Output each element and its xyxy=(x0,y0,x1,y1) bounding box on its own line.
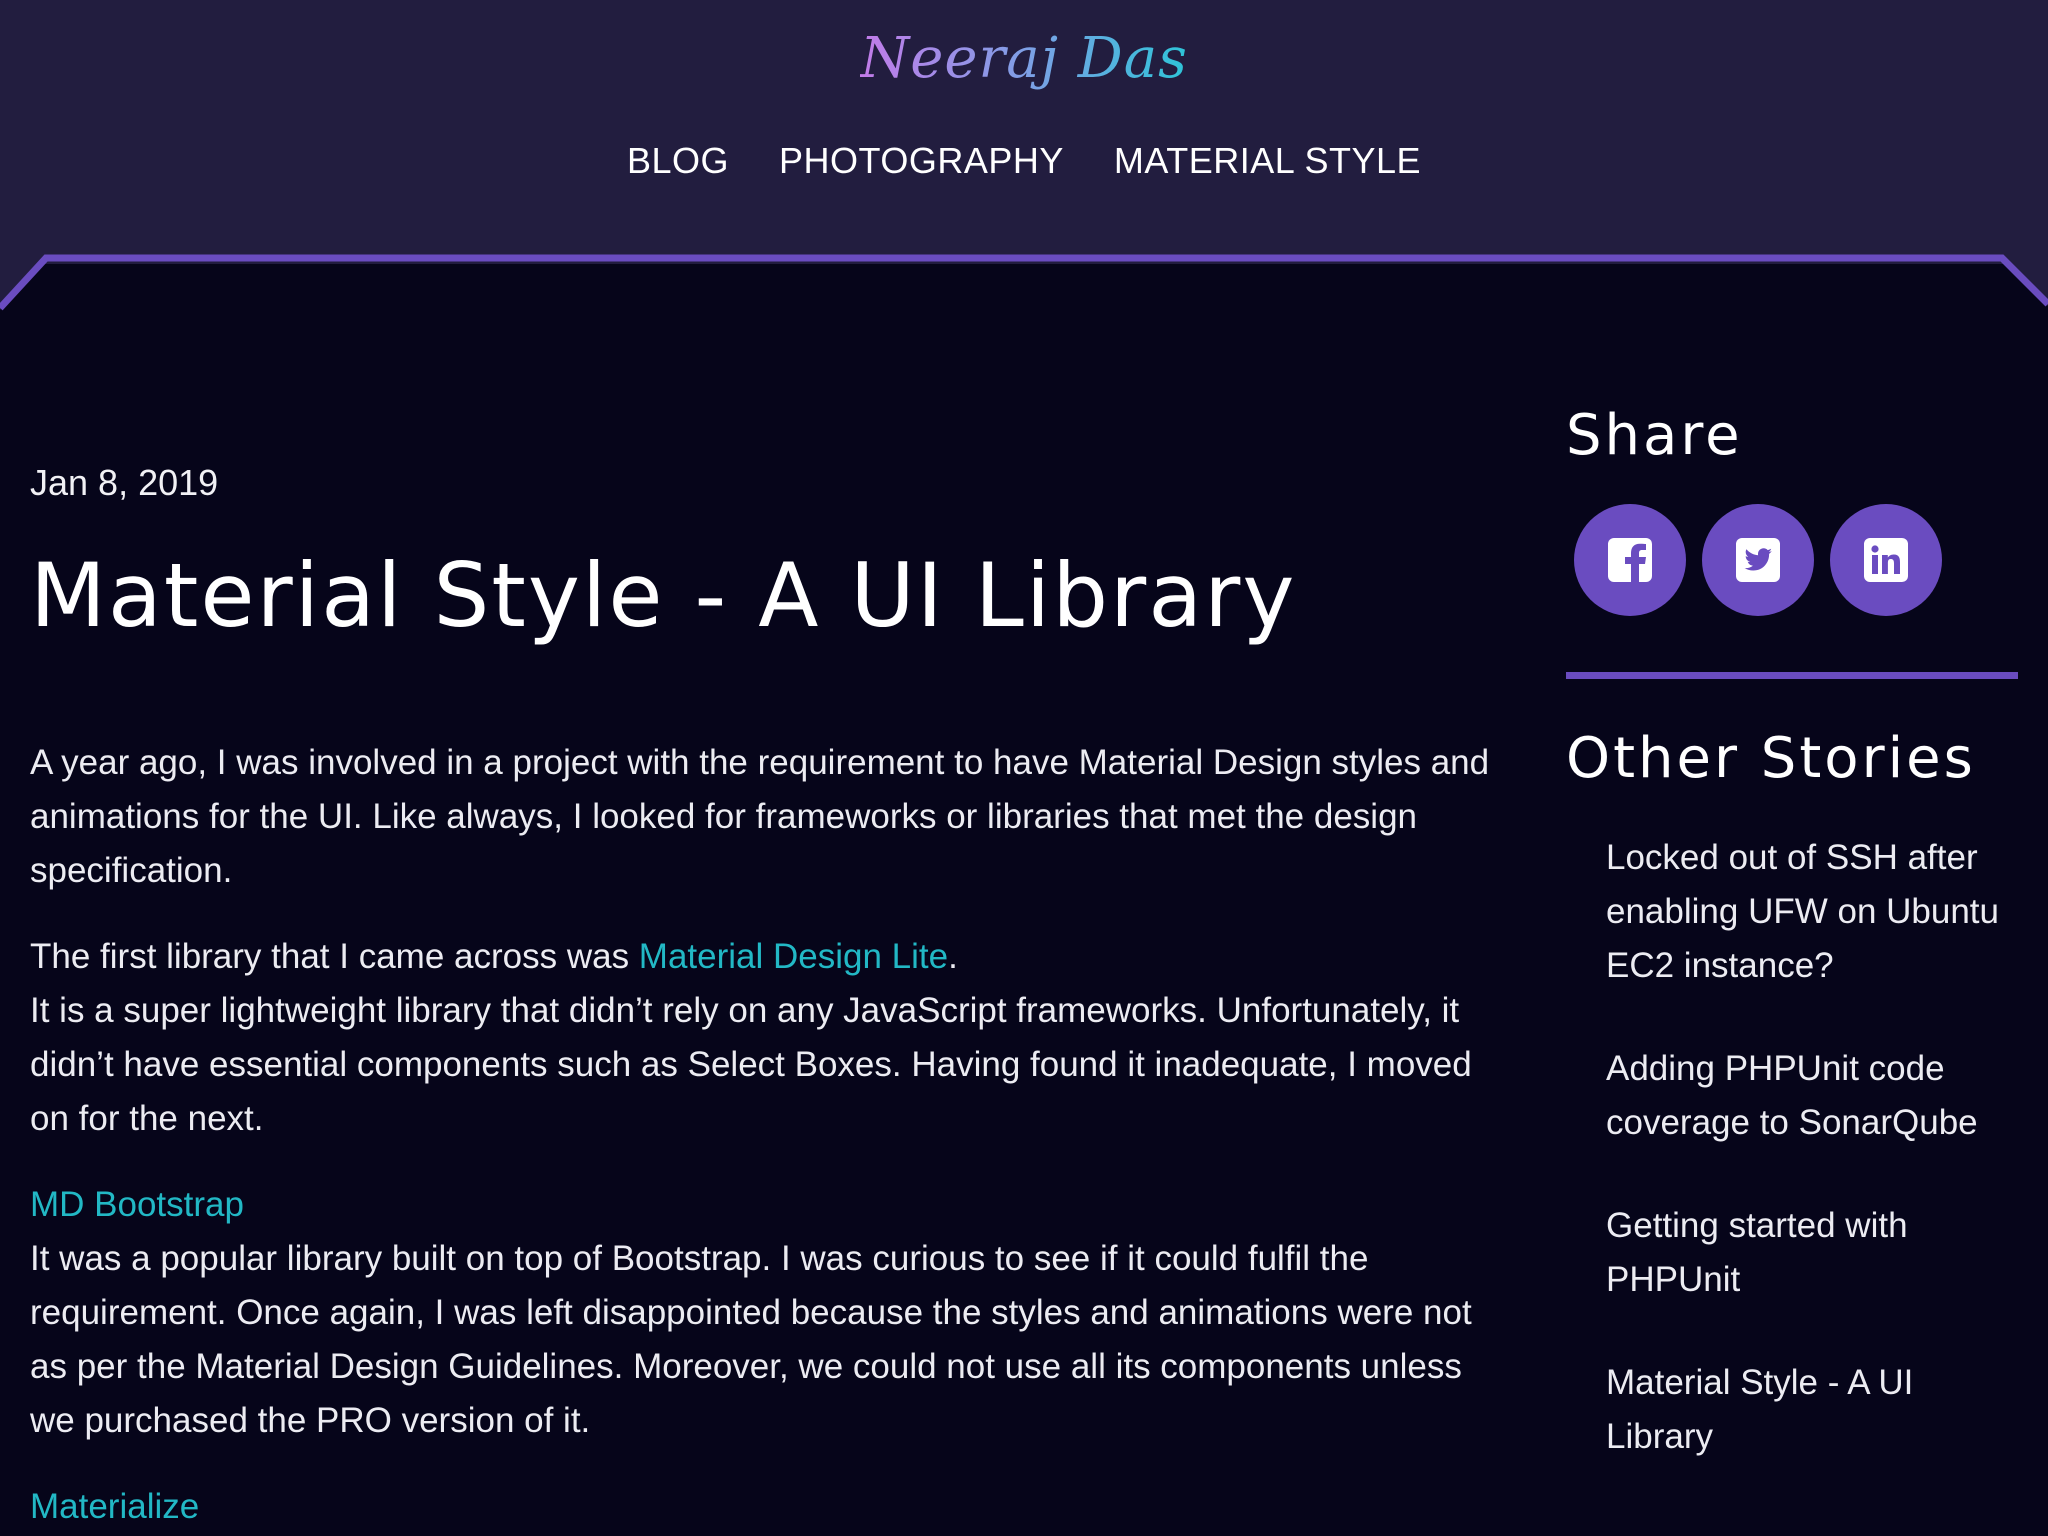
link-md-bootstrap[interactable]: MD Bootstrap xyxy=(30,1178,1510,1232)
article-body: A year ago, I was involved in a project … xyxy=(30,736,1510,1536)
article-header: Jan 8, 2019 Material Style - A UI Librar… xyxy=(30,462,1510,640)
main-nav: BLOG PHOTOGRAPHY MATERIAL STYLE xyxy=(0,140,2048,182)
facebook-icon xyxy=(1608,538,1652,582)
sidebar-divider xyxy=(1566,672,2018,679)
list-item: Adding PHPUnit code coverage to SonarQub… xyxy=(1606,1042,2006,1150)
story-link[interactable]: Getting started with PHPUnit xyxy=(1606,1206,1908,1299)
paragraph-intro: A year ago, I was involved in a project … xyxy=(30,743,1490,890)
other-stories-heading: Other Stories xyxy=(1566,726,1976,791)
share-heading: Share xyxy=(1566,403,1743,468)
list-item: Locked out of SSH after enabling UFW on … xyxy=(1606,831,2006,993)
paragraph-materialize: Materialize xyxy=(30,1480,1510,1534)
linkedin-icon xyxy=(1864,538,1908,582)
twitter-icon xyxy=(1736,538,1780,582)
paragraph-md-bootstrap-body: It was a popular library built on top of… xyxy=(30,1239,1472,1440)
page: Neeraj Das BLOG PHOTOGRAPHY MATERIAL STY… xyxy=(0,0,2048,1536)
paragraph-mdl-pre: The first library that I came across was xyxy=(30,937,639,976)
paragraph-md-bootstrap: MD Bootstrap It was a popular library bu… xyxy=(30,1178,1510,1448)
site-header: Neeraj Das BLOG PHOTOGRAPHY MATERIAL STY… xyxy=(0,0,2048,264)
paragraph-mdl-body: It is a super lightweight library that d… xyxy=(30,991,1472,1138)
link-materialize[interactable]: Materialize xyxy=(30,1480,1510,1534)
site-logo-text[interactable]: Neeraj Das xyxy=(860,26,1188,91)
story-link[interactable]: Locked out of SSH after enabling UFW on … xyxy=(1606,838,1999,985)
share-buttons xyxy=(1574,504,2018,616)
story-link[interactable]: Adding PHPUnit code coverage to SonarQub… xyxy=(1606,1049,1978,1142)
story-link[interactable]: Material Style - A UI Library xyxy=(1606,1363,1913,1456)
share-linkedin-button[interactable] xyxy=(1830,504,1942,616)
site-logo[interactable]: Neeraj Das xyxy=(0,26,2048,91)
share-facebook-button[interactable] xyxy=(1574,504,1686,616)
nav-photography[interactable]: PHOTOGRAPHY xyxy=(779,140,1064,182)
paragraph-mdl: The first library that I came across was… xyxy=(30,930,1510,1146)
paragraph-mdl-post: . xyxy=(948,937,958,976)
nav-material-style[interactable]: MATERIAL STYLE xyxy=(1114,140,1421,182)
post-title: Material Style - A UI Library xyxy=(30,544,1297,647)
post-date: Jan 8, 2019 xyxy=(30,462,219,503)
share-twitter-button[interactable] xyxy=(1702,504,1814,616)
nav-blog[interactable]: BLOG xyxy=(627,140,729,182)
link-material-design-lite[interactable]: Material Design Lite xyxy=(639,937,948,976)
sidebar: Share Other Stories Locked out of SSH af… xyxy=(1566,408,2018,1513)
list-item: Getting started with PHPUnit xyxy=(1606,1199,2006,1307)
list-item: Material Style - A UI Library xyxy=(1606,1356,2006,1464)
other-stories-list: Locked out of SSH after enabling UFW on … xyxy=(1566,831,2018,1464)
